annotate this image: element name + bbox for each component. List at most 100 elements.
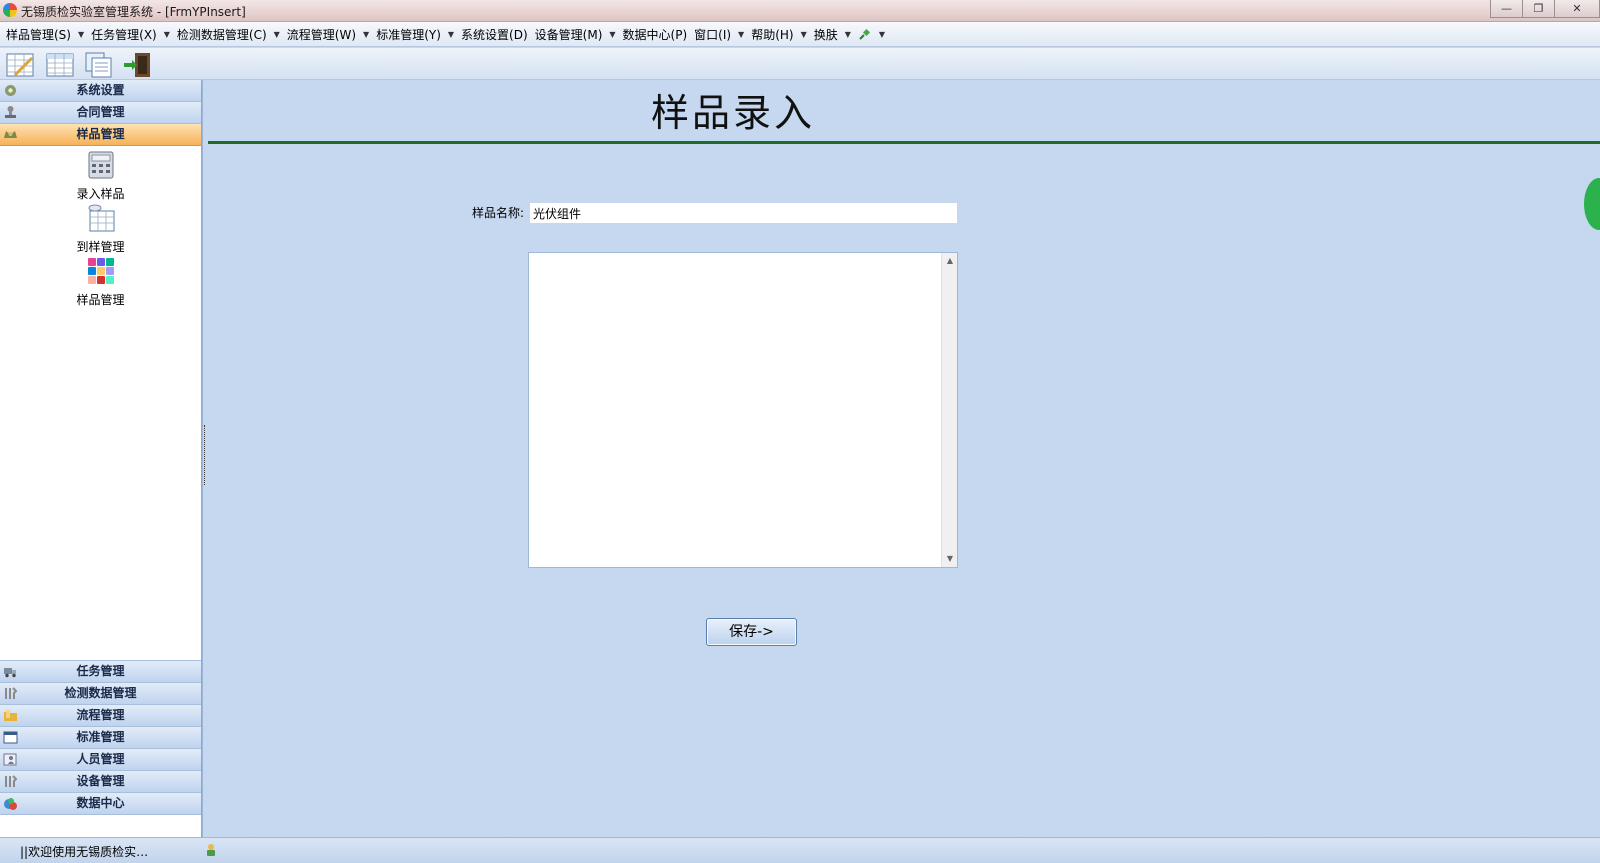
group-personnel-management[interactable]: 人员管理 [0, 749, 201, 771]
group-task-management[interactable]: 任务管理 [0, 661, 201, 683]
wrench-icon [5, 775, 18, 787]
sidebar-item-sample-management[interactable]: 样品管理 [0, 252, 201, 307]
menu-data-center[interactable]: 数据中心(P) [621, 23, 693, 45]
scroll-down-icon[interactable]: ▼ [942, 551, 958, 567]
window-icon [3, 731, 18, 744]
group-sample-management[interactable]: 样品管理 [0, 124, 201, 146]
menu-help[interactable]: 帮助(H) ▼ [749, 23, 812, 45]
menu-label: 样品管理(S) [6, 27, 71, 42]
group-test-data-management[interactable]: 检测数据管理 [0, 683, 201, 705]
sample-entry-form: 样品录入 样品名称: ▲ ▼ 保存-> [208, 80, 1600, 837]
caret-down-icon: ▼ [609, 29, 616, 39]
sample-icon [4, 131, 17, 138]
tools-icon [5, 687, 18, 699]
caret-down-icon: ▼ [738, 29, 745, 39]
sample-name-label: 样品名称: [472, 206, 525, 220]
title-divider [208, 141, 1600, 144]
menu-equipment-management[interactable]: 设备管理(M) ▼ [533, 23, 621, 45]
folder-icon [4, 710, 17, 721]
group-label: 设备管理 [76, 774, 125, 788]
menu-label: 数据中心(P) [622, 27, 688, 42]
group-label: 数据中心 [76, 796, 125, 810]
exit-door-icon[interactable] [122, 51, 154, 79]
menu-label: 检测数据管理(C) [176, 27, 267, 42]
menu-label: 任务管理(X) [91, 27, 157, 42]
menu-label: 窗口(I) [694, 27, 732, 42]
menu-task-management[interactable]: 任务管理(X) ▼ [89, 23, 175, 45]
color-grid-icon [87, 258, 114, 284]
stamp-icon [5, 106, 16, 118]
group-label: 系统设置 [76, 83, 125, 97]
menu-system-settings[interactable]: 系统设置(D) [459, 23, 533, 45]
edit-grid-icon[interactable] [5, 51, 37, 79]
sidebar-item-enter-sample[interactable]: 录入样品 [0, 146, 201, 201]
caret-down-icon: ▼ [878, 29, 886, 39]
group-label: 合同管理 [76, 105, 125, 119]
group-system-settings[interactable]: 系统设置 [0, 80, 201, 102]
settings-icon [5, 85, 16, 96]
menu-label: 帮助(H) [751, 27, 794, 42]
caret-down-icon: ▼ [844, 29, 851, 39]
menu-label: 设备管理(M) [534, 27, 603, 42]
group-label: 检测数据管理 [64, 686, 137, 700]
menu-skin[interactable]: 换肤 ▼ [812, 23, 856, 45]
status-bar: ||欢迎使用无锡质检实… [0, 837, 1600, 863]
group-standard-management[interactable]: 标准管理 [0, 727, 201, 749]
menu-label: 换肤 [813, 27, 838, 42]
window-title: 无锡质检实验室管理系统 - [FrmYPInsert] [21, 5, 246, 19]
window-controls: — ❐ ✕ [1490, 0, 1600, 18]
navigation-sidebar: 系统设置 合同管理 样品管理 录入样品 到样管理 样品管理 任务管理 检测数据管… [0, 80, 202, 837]
caret-down-icon: ▼ [447, 29, 455, 39]
group-label: 标准管理 [76, 730, 125, 744]
copy-pages-icon[interactable] [83, 51, 115, 79]
caret-down-icon: ▼ [163, 29, 170, 39]
table-icon[interactable] [44, 51, 76, 79]
group-label: 人员管理 [76, 752, 125, 766]
close-button[interactable]: ✕ [1554, 0, 1600, 18]
status-text: ||欢迎使用无锡质检实… [20, 845, 149, 859]
floating-circle-button[interactable] [1584, 178, 1600, 230]
menu-test-data-management[interactable]: 检测数据管理(C) ▼ [175, 23, 285, 45]
plug-icon [859, 28, 870, 40]
menu-window[interactable]: 窗口(I) ▼ [692, 23, 749, 45]
group-label: 流程管理 [76, 708, 125, 722]
menu-label: 流程管理(W) [286, 27, 357, 42]
database-table-icon [88, 204, 114, 232]
group-label: 任务管理 [76, 664, 125, 678]
menu-sample-management[interactable]: 样品管理(S) ▼ [4, 23, 89, 45]
truck-icon [4, 668, 16, 678]
group-label: 样品管理 [76, 127, 125, 141]
caret-down-icon: ▼ [77, 29, 85, 39]
menu-label: 标准管理(Y) [376, 27, 441, 42]
page-title: 样品录入 [650, 91, 815, 135]
sample-management-panel: 录入样品 到样管理 样品管理 [0, 146, 201, 661]
textarea-scrollbar[interactable]: ▲ ▼ [941, 253, 957, 567]
restore-button[interactable]: ❐ [1522, 0, 1554, 18]
save-button[interactable]: 保存-> [706, 618, 797, 646]
group-process-management[interactable]: 流程管理 [0, 705, 201, 727]
group-equipment-management[interactable]: 设备管理 [0, 771, 201, 793]
sidebar-item-label: 样品管理 [76, 293, 125, 307]
splitter-grip[interactable] [204, 425, 207, 485]
sample-name-input[interactable] [529, 202, 958, 224]
scroll-up-icon[interactable]: ▲ [942, 253, 958, 269]
person-card-icon [3, 753, 17, 766]
menu-bar: 样品管理(S) ▼ 任务管理(X) ▼ 检测数据管理(C) ▼ 流程管理(W) ▼ 标准… [0, 22, 1600, 47]
globe-icon [4, 798, 17, 810]
user-status-icon [207, 844, 215, 856]
sidebar-item-arrival-management[interactable]: 到样管理 [0, 199, 201, 254]
menu-standard-management[interactable]: 标准管理(Y) ▼ [374, 23, 459, 45]
toolbar [0, 48, 1600, 80]
menu-plugin[interactable]: ▼ [856, 23, 890, 45]
caret-down-icon: ▼ [273, 29, 280, 39]
sample-description-textarea[interactable]: ▲ ▼ [528, 252, 958, 568]
calculator-icon [88, 151, 113, 179]
group-data-center[interactable]: 数据中心 [0, 793, 201, 815]
caret-down-icon: ▼ [363, 29, 370, 39]
menu-label: 系统设置(D) [461, 27, 528, 42]
caret-down-icon: ▼ [800, 29, 807, 39]
title-bar: 无锡质检实验室管理系统 - [FrmYPInsert] — ❐ ✕ [0, 0, 1600, 22]
menu-process-management[interactable]: 流程管理(W) ▼ [285, 23, 374, 45]
minimize-button[interactable]: — [1490, 0, 1522, 18]
group-contract-management[interactable]: 合同管理 [0, 102, 201, 124]
